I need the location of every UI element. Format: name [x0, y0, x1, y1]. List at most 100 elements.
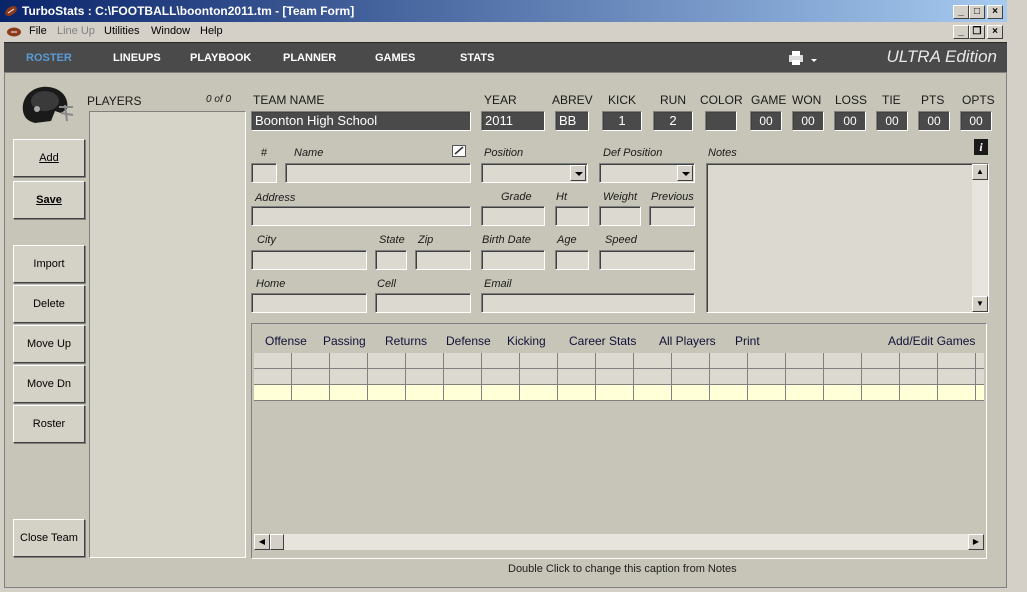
won-field[interactable]: 00	[792, 111, 824, 131]
team-name-field[interactable]: Boonton High School	[251, 111, 471, 131]
menu-window[interactable]: Window	[151, 25, 190, 37]
scroll-left-icon[interactable]: ◀	[254, 534, 270, 550]
close-button[interactable]: ×	[987, 5, 1003, 19]
menu-utilities[interactable]: Utilities	[104, 25, 139, 37]
child-restore-button[interactable]: ❐	[969, 25, 985, 39]
stats-panel: Offense Passing Returns Defense Kicking …	[251, 323, 987, 559]
pts-field[interactable]: 00	[918, 111, 950, 131]
tie-field[interactable]: 00	[876, 111, 908, 131]
name-field[interactable]	[285, 163, 471, 183]
notes-caption[interactable]: Double Click to change this caption from…	[508, 563, 737, 575]
save-button[interactable]: Save	[13, 181, 85, 219]
kick-field[interactable]: 1	[602, 111, 642, 131]
scroll-up-icon[interactable]: ▲	[972, 164, 988, 180]
grade-field[interactable]	[481, 206, 545, 226]
info-icon[interactable]: i	[974, 139, 988, 155]
team-form-panel: Add Save Import Delete Move Up Move Dn R…	[4, 72, 1007, 588]
scroll-down-icon[interactable]: ▼	[972, 296, 988, 312]
tab-all-players[interactable]: All Players	[659, 334, 716, 348]
move-down-button[interactable]: Move Dn	[13, 365, 85, 403]
scroll-thumb[interactable]	[270, 534, 284, 550]
menu-file[interactable]: File	[29, 25, 47, 37]
ht-field[interactable]	[555, 206, 589, 226]
minimize-button[interactable]: _	[953, 5, 969, 19]
close-team-button[interactable]: Close Team	[13, 519, 85, 557]
game-field[interactable]: 00	[750, 111, 782, 131]
year-label: YEAR	[484, 93, 517, 107]
menu-help[interactable]: Help	[200, 25, 223, 37]
tab-defense[interactable]: Defense	[446, 334, 491, 348]
age-field[interactable]	[555, 250, 589, 270]
import-button[interactable]: Import	[13, 245, 85, 283]
speed-field[interactable]	[599, 250, 695, 270]
tab-passing[interactable]: Passing	[323, 334, 366, 348]
city-field[interactable]	[251, 250, 367, 270]
nav-playbook[interactable]: PLAYBOOK	[190, 52, 251, 64]
loss-label: LOSS	[835, 93, 868, 107]
number-label: #	[261, 147, 268, 159]
scroll-right-icon[interactable]: ▶	[968, 534, 984, 550]
birth-date-field[interactable]	[481, 250, 545, 270]
tab-offense[interactable]: Offense	[265, 334, 307, 348]
address-field[interactable]	[251, 206, 471, 226]
nav-planner[interactable]: PLANNER	[283, 52, 336, 64]
menu-lineup[interactable]: Line Up	[57, 25, 95, 37]
nav-lineups[interactable]: LINEUPS	[113, 52, 161, 64]
email-label: Email	[484, 278, 512, 290]
table-row-selected[interactable]	[254, 385, 984, 401]
opts-field[interactable]: 00	[960, 111, 992, 131]
zip-field[interactable]	[415, 250, 471, 270]
speed-label: Speed	[605, 234, 637, 246]
add-edit-games-link[interactable]: Add/Edit Games	[888, 334, 975, 348]
kick-label: KICK	[608, 93, 637, 107]
nav-roster[interactable]: ROSTER	[26, 52, 72, 64]
child-minimize-button[interactable]: _	[953, 25, 969, 39]
nav-stats[interactable]: STATS	[460, 52, 494, 64]
def-position-label: Def Position	[603, 147, 663, 159]
year-field[interactable]: 2011	[481, 111, 545, 131]
tab-print[interactable]: Print	[735, 334, 760, 348]
chevron-down-icon[interactable]	[677, 165, 693, 181]
weight-field[interactable]	[599, 206, 641, 226]
table-row[interactable]	[254, 369, 984, 385]
notes-textarea[interactable]: ▲ ▼	[706, 163, 989, 313]
tab-returns[interactable]: Returns	[385, 334, 427, 348]
edition-label: ULTRA Edition	[886, 47, 997, 66]
position-select[interactable]	[481, 163, 588, 183]
number-field[interactable]	[251, 163, 277, 183]
nav-games[interactable]: GAMES	[375, 52, 415, 64]
previous-field[interactable]	[649, 206, 695, 226]
notes-scrollbar[interactable]: ▲ ▼	[972, 164, 988, 312]
child-close-button[interactable]: ×	[987, 25, 1003, 39]
edit-icon[interactable]	[452, 145, 466, 157]
email-field[interactable]	[481, 293, 695, 313]
opts-label: OPTS	[962, 93, 995, 107]
printer-icon[interactable]	[787, 49, 819, 67]
color-field[interactable]	[705, 111, 737, 131]
stats-horizontal-scrollbar[interactable]: ◀ ▶	[254, 534, 984, 550]
tab-career-stats[interactable]: Career Stats	[569, 334, 636, 348]
abrev-label: ABREV	[552, 93, 593, 107]
move-up-button[interactable]: Move Up	[13, 325, 85, 363]
home-phone-field[interactable]	[251, 293, 367, 313]
add-button[interactable]: Add	[13, 139, 85, 177]
delete-button[interactable]: Delete	[13, 285, 85, 323]
zip-label: Zip	[418, 234, 434, 246]
run-field[interactable]: 2	[653, 111, 693, 131]
players-count: 0 of 0	[206, 94, 232, 105]
players-label: PLAYERS	[87, 94, 142, 108]
chevron-down-icon[interactable]	[570, 165, 586, 181]
abrev-field[interactable]: BB	[555, 111, 589, 131]
tab-kicking[interactable]: Kicking	[507, 334, 546, 348]
stats-grid[interactable]	[254, 353, 984, 401]
won-label: WON	[792, 93, 822, 107]
def-position-select[interactable]	[599, 163, 695, 183]
state-field[interactable]	[375, 250, 407, 270]
roster-button[interactable]: Roster	[13, 405, 85, 443]
loss-field[interactable]: 00	[834, 111, 866, 131]
maximize-button[interactable]: □	[969, 5, 985, 19]
cell-label: Cell	[377, 278, 396, 290]
cell-phone-field[interactable]	[375, 293, 471, 313]
players-list[interactable]	[89, 111, 246, 558]
address-label: Address	[255, 192, 296, 204]
